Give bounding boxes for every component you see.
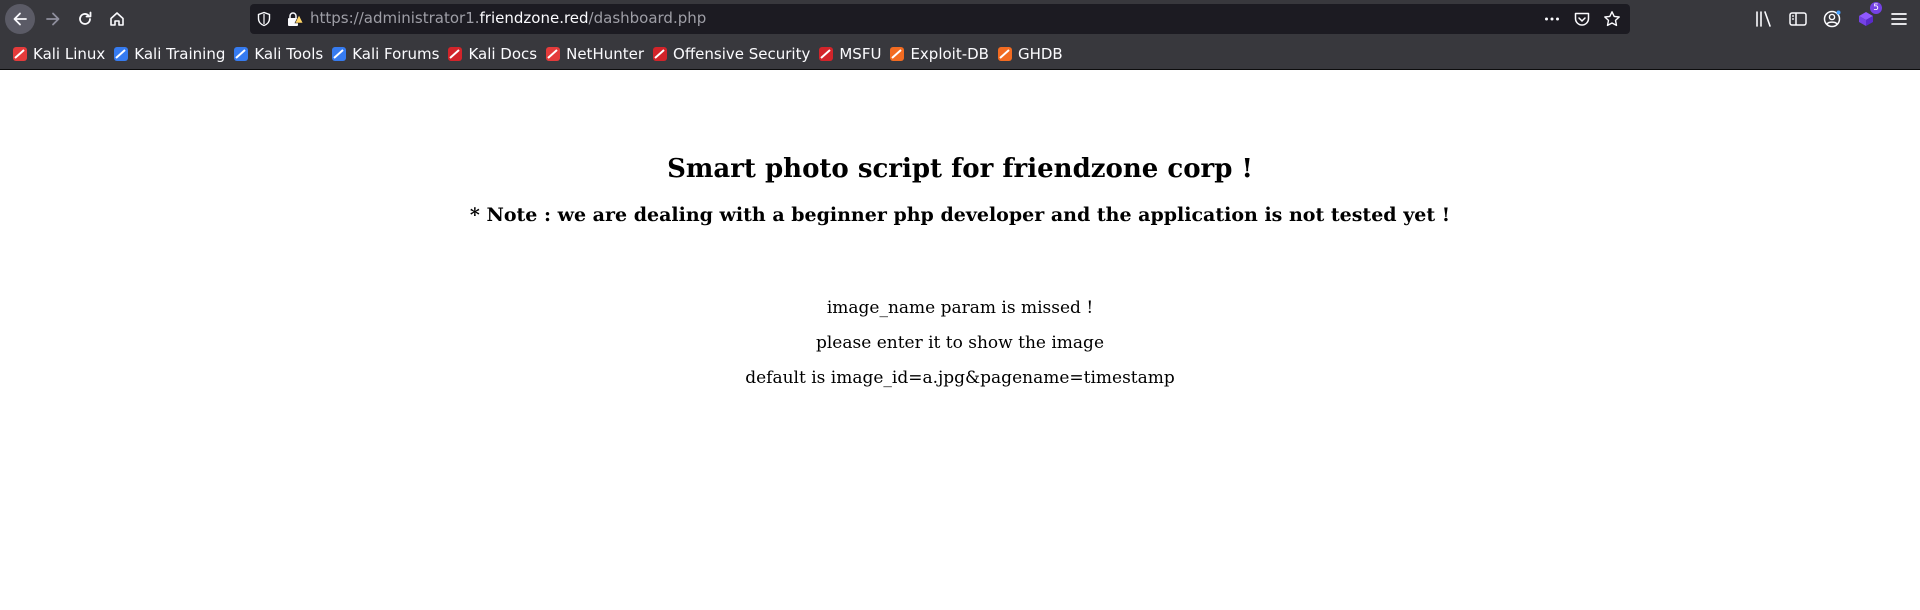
error-message: image_name param is missed ! [826, 298, 1094, 318]
bookmarks-toolbar: Kali Linux Kali Training Kali Tools Kali Fo… [0, 38, 1920, 70]
reload-icon [79, 11, 92, 25]
back-button[interactable] [5, 4, 35, 34]
ghdb-icon [997, 46, 1013, 62]
arrow-right-icon [46, 12, 60, 26]
bookmark-item[interactable]: Kali Tools [231, 41, 329, 67]
hamburger-menu-icon[interactable] [1886, 6, 1912, 32]
library-icon[interactable] [1752, 6, 1776, 32]
bookmark-label: GHDB [1017, 44, 1063, 63]
url-bar[interactable]: https://administrator1.friendzone.red/da… [250, 4, 1630, 34]
instruction-message: please enter it to show the image [815, 333, 1105, 353]
default-params-message: default is image_id=a.jpg&pagename=times… [745, 368, 1175, 388]
bookmark-item[interactable]: Kali Forums [329, 41, 445, 67]
sidebar-icon[interactable] [1786, 6, 1810, 32]
arrow-left-icon [13, 12, 27, 26]
bookmark-item[interactable]: GHDB [995, 41, 1069, 67]
bookmark-label: Kali Training [134, 44, 226, 63]
url-text[interactable]: https://administrator1.friendzone.red/da… [310, 9, 706, 27]
exploitdb-icon [889, 46, 905, 62]
extension-badge: 5 [1870, 2, 1882, 14]
developer-note: * Note : we are dealing with a beginner … [469, 204, 1451, 226]
bookmark-label: Kali Tools [254, 44, 324, 63]
bookmark-item[interactable]: Exploit-DB [887, 41, 995, 67]
nethunter-icon [545, 46, 561, 62]
bookmark-label: Kali Docs [468, 44, 538, 63]
bookmark-item[interactable]: Kali Training [111, 41, 231, 67]
bookmark-label: Kali Forums [352, 44, 440, 63]
extension-icon[interactable]: 5 [1854, 2, 1882, 32]
url-path: /dashboard.php [588, 9, 707, 27]
kali-tools-icon [233, 46, 249, 62]
page-content: Smart photo script for friendzone corp !… [0, 70, 1920, 610]
msfu-icon [818, 46, 834, 62]
home-button[interactable] [102, 4, 132, 34]
bookmark-star-icon[interactable] [1602, 9, 1622, 29]
account-icon[interactable] [1820, 6, 1844, 32]
kali-icon [12, 46, 28, 62]
bookmark-item[interactable]: NetHunter [543, 41, 650, 67]
url-prefix: https://administrator1. [310, 9, 480, 27]
tracking-protection-icon[interactable] [256, 11, 272, 31]
offsec-icon [652, 46, 668, 62]
url-host: friendzone.red [479, 9, 589, 27]
bookmark-item[interactable]: Kali Docs [445, 41, 543, 67]
browser-toolbar: https://administrator1.friendzone.red/da… [0, 0, 1920, 38]
bookmark-label: Offensive Security [673, 44, 811, 63]
page-actions-icon[interactable] [1542, 9, 1562, 29]
kali-docs-icon [447, 46, 463, 62]
home-icon [110, 12, 124, 26]
bookmark-label: NetHunter [566, 44, 645, 63]
reload-button[interactable] [70, 4, 100, 34]
bookmark-item[interactable]: Offensive Security [650, 41, 816, 67]
bookmark-label: MSFU [839, 44, 882, 63]
pocket-icon[interactable] [1572, 9, 1592, 29]
insecure-lock-icon[interactable] [286, 11, 304, 31]
bookmark-item[interactable]: Kali Linux [10, 41, 111, 67]
forward-button[interactable] [38, 4, 68, 34]
bookmark-label: Exploit-DB [910, 44, 989, 63]
bookmark-item[interactable]: MSFU [816, 41, 887, 67]
kali-forums-icon [331, 46, 347, 62]
kali-training-icon [113, 46, 129, 62]
bookmark-label: Kali Linux [33, 44, 106, 63]
page-heading: Smart photo script for friendzone corp ! [667, 154, 1253, 184]
